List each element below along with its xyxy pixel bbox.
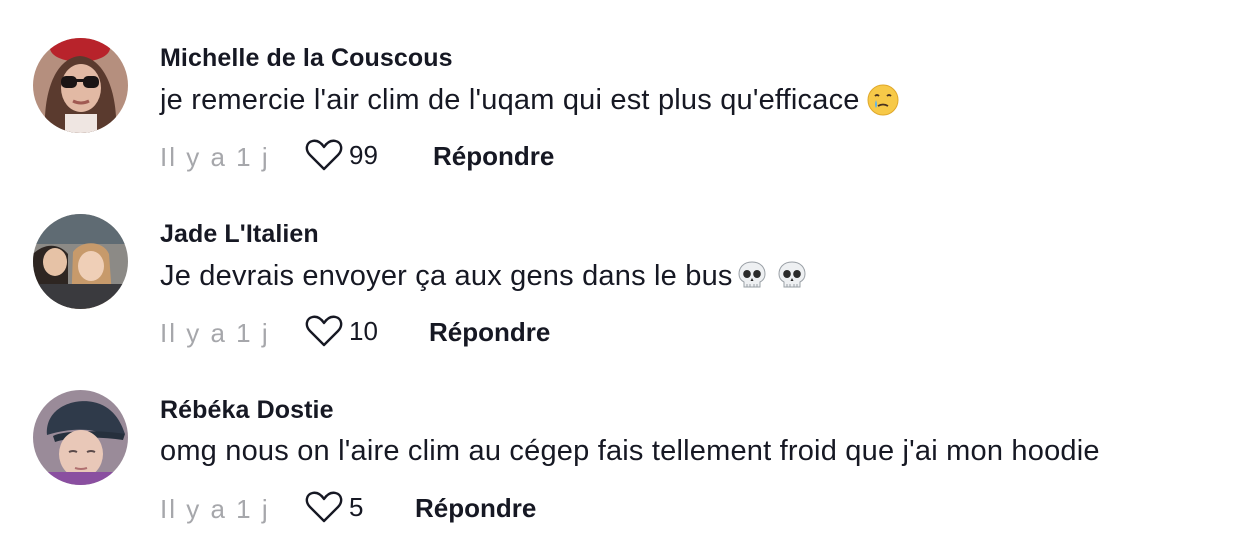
- like-button[interactable]: 99: [305, 138, 378, 172]
- comment-meta: Il y a 1 j 99 Répondre: [160, 138, 860, 174]
- heart-outline-icon: [305, 491, 343, 523]
- comment-meta: Il y a 1 j 10 Répondre: [160, 314, 860, 350]
- avatar[interactable]: [33, 38, 128, 133]
- comment-text-body: omg nous on l'aire clim au cégep fais te…: [160, 435, 1100, 467]
- comment-author[interactable]: Jade L'Italien: [160, 220, 319, 249]
- reply-button[interactable]: Répondre: [433, 141, 554, 172]
- like-count: 10: [349, 315, 378, 346]
- like-button[interactable]: 10: [305, 314, 378, 348]
- comment-author[interactable]: Michelle de la Couscous: [160, 44, 453, 73]
- comment-timestamp: Il y a 1 j: [160, 142, 270, 172]
- heart-outline-icon: [305, 315, 343, 347]
- comment-text: omg nous on l'aire clim au cégep fais te…: [160, 435, 1100, 468]
- comment-text: Je devrais envoyer ça aux gens dans le b…: [160, 259, 809, 293]
- avatar[interactable]: [33, 214, 128, 309]
- skull-emoji: [775, 259, 809, 293]
- like-count: 99: [349, 139, 378, 170]
- like-button[interactable]: 5: [305, 490, 363, 524]
- face-holding-back-tears-emoji: [866, 83, 900, 117]
- comment-author[interactable]: Rébéka Dostie: [160, 396, 334, 425]
- comment-item: Rébéka Dostie omg nous on l'aire clim au…: [0, 352, 1250, 528]
- reply-button[interactable]: Répondre: [429, 317, 550, 348]
- comment-timestamp: Il y a 1 j: [160, 318, 270, 348]
- comment-meta: Il y a 1 j 5 Répondre: [160, 490, 860, 526]
- comment-text: je remercie l'air clim de l'uqam qui est…: [160, 83, 900, 117]
- comment-text-body: je remercie l'air clim de l'uqam qui est…: [160, 83, 860, 116]
- comment-item: Jade L'Italien Je devrais envoyer ça aux…: [0, 176, 1250, 352]
- like-count: 5: [349, 491, 364, 522]
- heart-outline-icon: [305, 139, 343, 171]
- reply-button[interactable]: Répondre: [415, 493, 536, 524]
- skull-emoji: [735, 259, 769, 293]
- comment-timestamp: Il y a 1 j: [160, 494, 270, 524]
- comment-text-body: Je devrais envoyer ça aux gens dans le b…: [160, 259, 733, 292]
- comment-item: Michelle de la Couscous je remercie l'ai…: [0, 0, 1250, 176]
- avatar[interactable]: [33, 390, 128, 485]
